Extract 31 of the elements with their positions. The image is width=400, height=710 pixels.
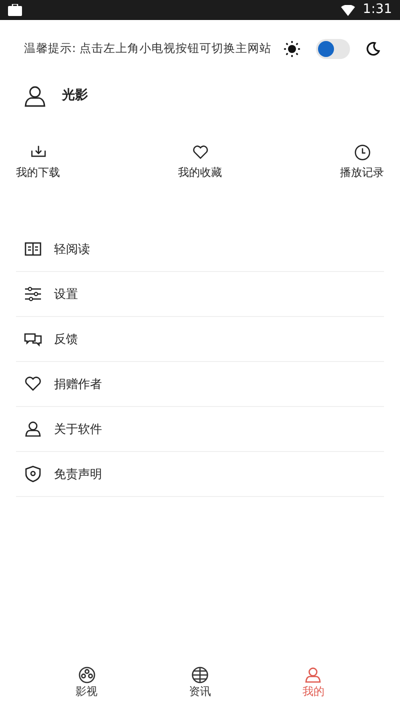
menu-item[interactable]: 捐赠作者: [16, 362, 384, 407]
moon-icon: [366, 42, 380, 56]
user-icon: [24, 420, 42, 438]
book-icon: [24, 240, 42, 258]
user-name: 光影: [62, 87, 88, 106]
user-icon: [24, 85, 46, 107]
shortcut-button[interactable]: 我的收藏: [178, 144, 222, 184]
clock-time: 1:31: [362, 1, 392, 20]
menu-item[interactable]: 关于软件: [16, 407, 384, 452]
globe-icon: [190, 666, 209, 684]
user-icon: [304, 666, 322, 684]
menu-item[interactable]: 设置: [16, 272, 384, 317]
sun-icon: [284, 41, 300, 57]
shortcut-button[interactable]: 我的下载: [16, 144, 60, 184]
theme-toggle[interactable]: [316, 39, 350, 59]
briefcase-icon: [8, 4, 22, 16]
heart-icon: [192, 144, 208, 161]
shortcut-button[interactable]: 播放记录: [340, 144, 384, 184]
heart-icon: [24, 375, 42, 393]
clock-icon: [354, 144, 370, 161]
menu-item[interactable]: 反馈: [16, 317, 384, 362]
sliders-icon: [24, 285, 42, 303]
film-reel-icon: [78, 666, 96, 684]
wifi-icon: [340, 4, 355, 16]
tab[interactable]: 我的: [302, 666, 324, 706]
tab[interactable]: 影视: [76, 666, 98, 706]
shield-icon: [24, 465, 42, 483]
menu-item[interactable]: 免责声明: [16, 452, 384, 497]
tip-text: 温馨提示: 点击左上角小电视按钮可切换主网站: [24, 40, 273, 58]
menu-item[interactable]: 轻阅读: [16, 227, 384, 272]
tab[interactable]: 资讯: [188, 666, 211, 706]
